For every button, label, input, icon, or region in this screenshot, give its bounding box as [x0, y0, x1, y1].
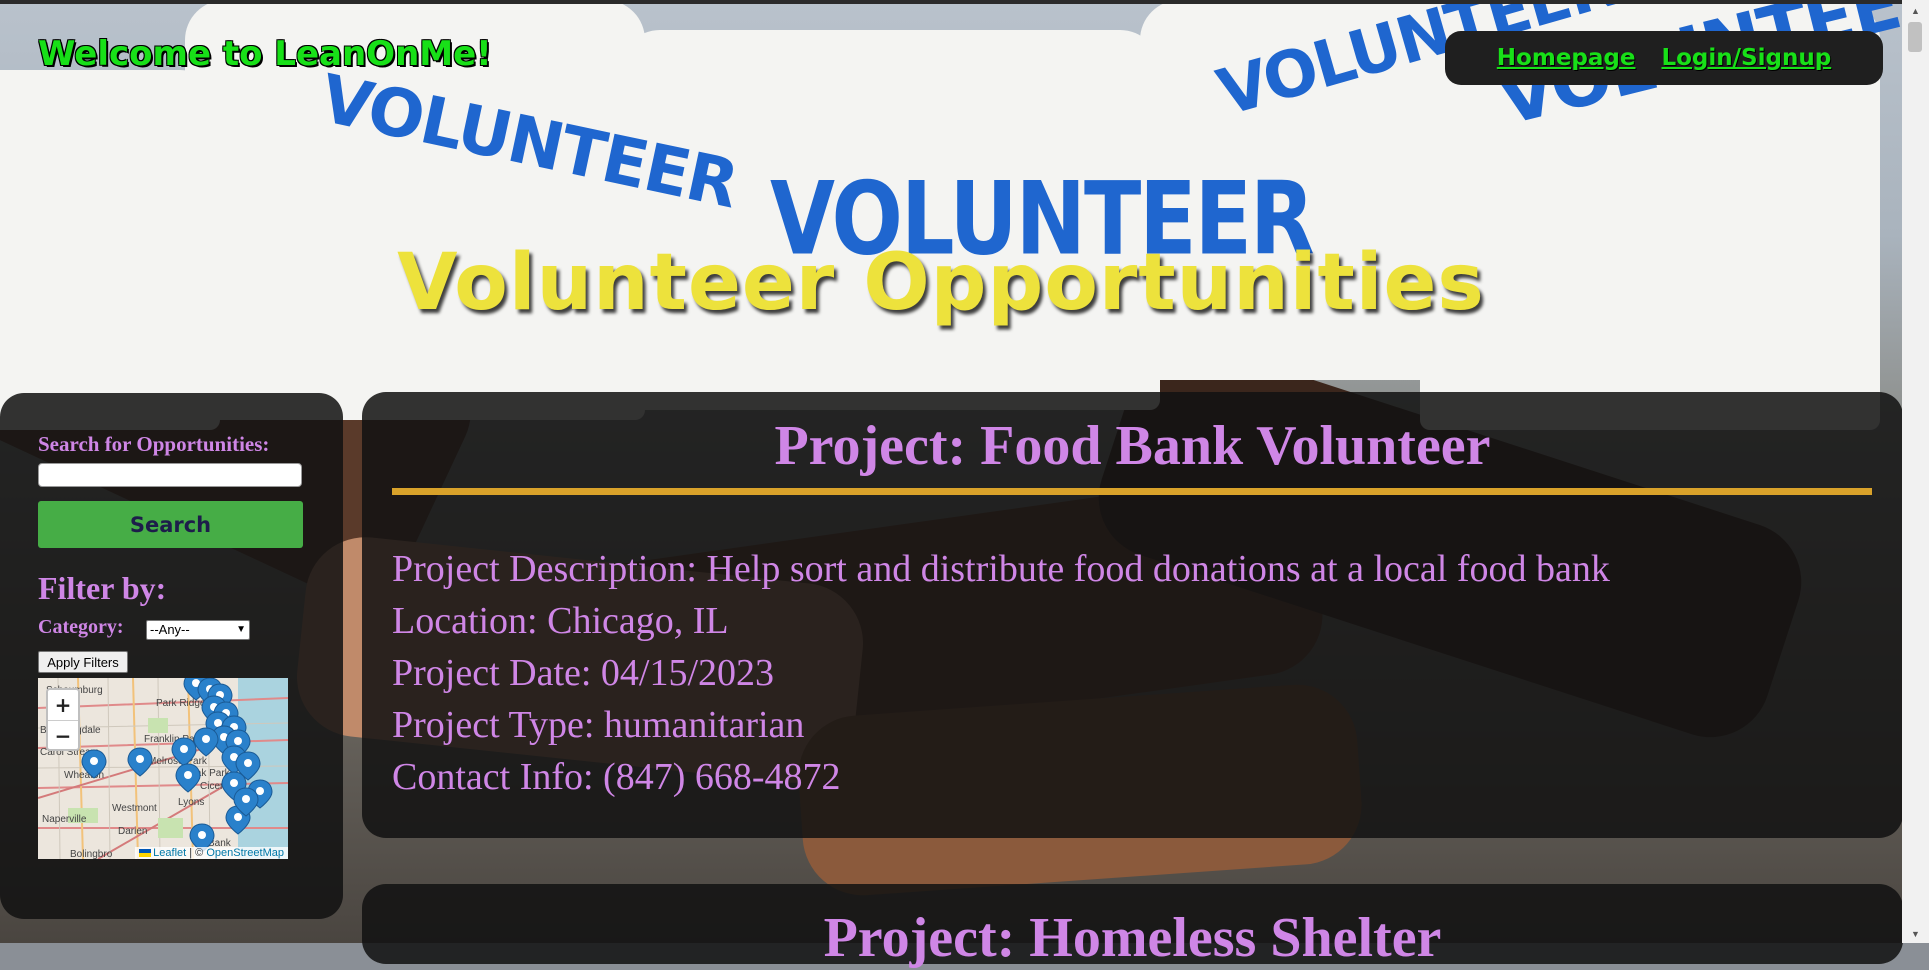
scroll-thumb[interactable] [1908, 22, 1922, 52]
window-top-edge [0, 0, 1929, 4]
zoom-in-button[interactable]: + [48, 690, 78, 720]
chevron-down-icon: ▼ [236, 624, 246, 635]
category-label: Category: [38, 616, 124, 638]
map-marker-icon [193, 727, 219, 757]
nav-login-signup-link[interactable]: Login/Signup [1661, 45, 1831, 71]
site-welcome-title: Welcome to LeanOnMe! [38, 34, 492, 74]
project-contact: Contact Info: (847) 668-4872 [392, 756, 841, 798]
search-input[interactable] [38, 463, 302, 487]
project-card: Project: Food Bank Volunteer Project Des… [362, 392, 1903, 838]
scroll-up-icon[interactable]: ▲ [1902, 4, 1929, 18]
project-location: Location: Chicago, IL [392, 600, 729, 642]
project-date: Project Date: 04/15/2023 [392, 652, 775, 694]
category-selected-value: --Any-- [150, 622, 190, 637]
ukraine-flag-icon [139, 849, 152, 858]
filter-heading: Filter by: [38, 570, 167, 606]
openstreetmap-link[interactable]: OpenStreetMap [206, 847, 284, 859]
project-card: Project: Homeless Shelter [362, 884, 1903, 969]
top-nav: Homepage Login/Signup [1445, 31, 1883, 85]
map-marker-icon [81, 749, 107, 779]
page-scrollbar[interactable]: ▲ ▼ [1902, 0, 1929, 943]
project-title: Project: Food Bank Volunteer [774, 415, 1491, 477]
nav-homepage-link[interactable]: Homepage [1497, 45, 1636, 71]
zoom-out-button[interactable]: − [48, 720, 78, 751]
category-select[interactable]: --Any-- ▼ [146, 620, 250, 640]
project-type: Project Type: humanitarian [392, 704, 805, 746]
map-zoom-control: + − [46, 688, 80, 751]
page-title: Volunteer Opportunities [397, 238, 1485, 328]
scroll-down-icon[interactable]: ▼ [1902, 927, 1929, 941]
map-marker-icon [171, 737, 197, 767]
project-description: Project Description: Help sort and distr… [392, 548, 1610, 590]
project-title: Project: Homeless Shelter [823, 907, 1442, 969]
opportunity-map[interactable]: Schaumburg Park Ridge Bloomingdale Frank… [38, 678, 288, 859]
search-button[interactable]: Search [38, 501, 303, 548]
leaflet-link[interactable]: Leaflet [153, 847, 186, 859]
apply-filters-button[interactable]: Apply Filters [38, 651, 128, 673]
map-marker-icon [175, 763, 201, 793]
title-divider [392, 488, 1872, 495]
search-label: Search for Opportunities: [38, 432, 270, 456]
attribution-separator: | © [186, 847, 207, 859]
map-marker-icon [127, 747, 153, 777]
map-attribution: Leaflet | © OpenStreetMap [135, 847, 288, 859]
